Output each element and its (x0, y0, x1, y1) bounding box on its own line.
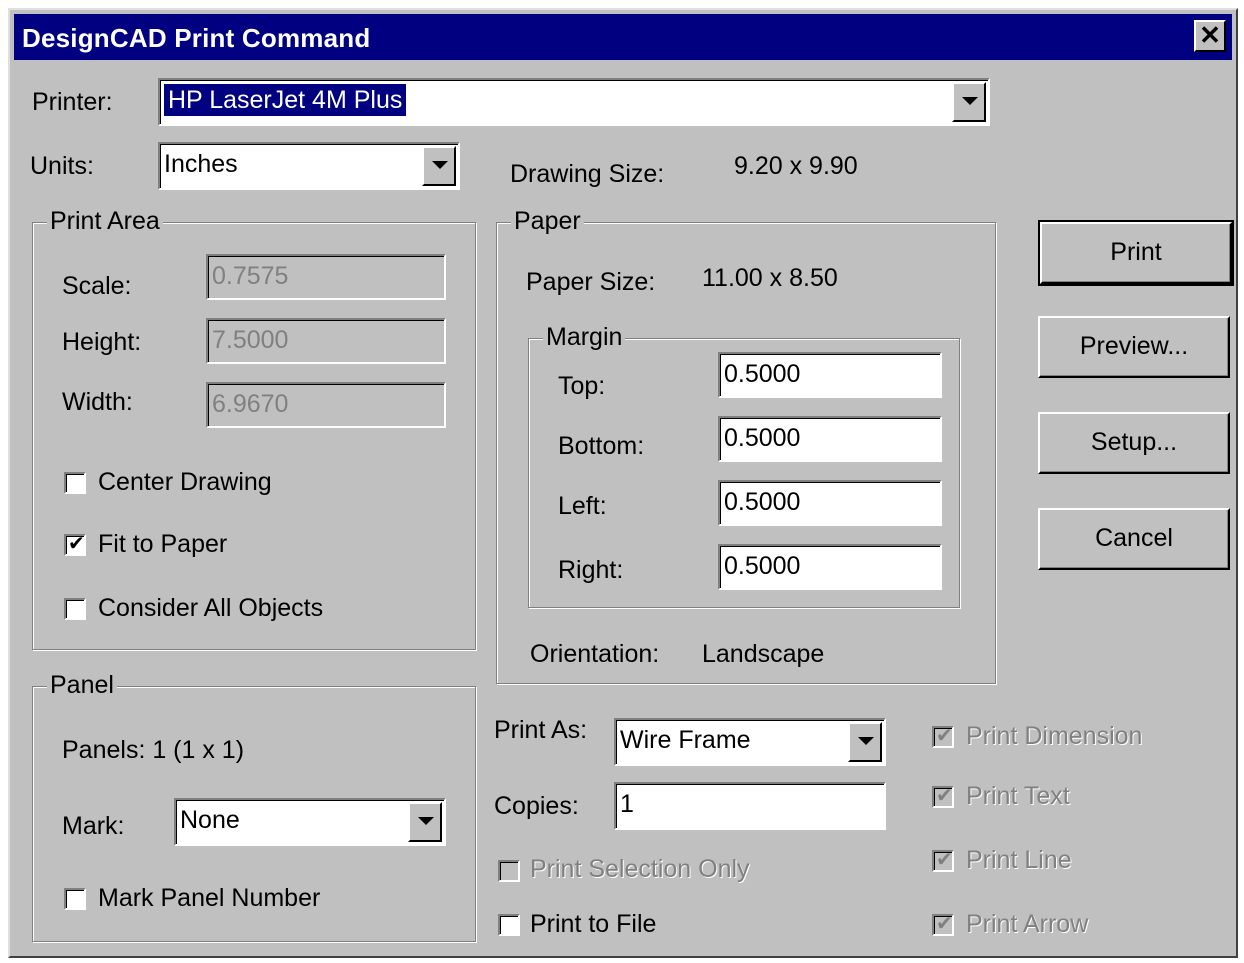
height-label: Height: (62, 328, 142, 356)
print-dimension-checkbox: ✔ (932, 725, 954, 748)
print-dialog: DesignCAD Print Command ✕ Printer: HP La… (8, 8, 1238, 958)
margin-bottom-label: Bottom: (558, 432, 645, 460)
paper-size-value: 11.00 x 8.50 (702, 264, 838, 292)
print-dimension-label: Print Dimension (966, 722, 1143, 750)
close-button[interactable]: ✕ (1194, 20, 1226, 52)
chevron-down-icon[interactable] (422, 146, 456, 186)
check-icon: ✔ (936, 913, 953, 935)
window-title: DesignCAD Print Command (22, 23, 371, 53)
copies-field[interactable]: 1 (614, 782, 886, 830)
drawing-size-value: 9.20 x 9.90 (734, 152, 858, 180)
margin-right-value: 0.5000 (724, 552, 801, 580)
consider-all-objects-label[interactable]: Consider All Objects (98, 594, 323, 623)
mark-select[interactable]: None (174, 798, 446, 846)
preview-button[interactable]: Preview... (1038, 316, 1230, 378)
width-field: 6.9670 (206, 382, 446, 428)
chevron-down-icon[interactable] (848, 722, 882, 762)
print-as-select[interactable]: Wire Frame (614, 718, 886, 766)
mark-panel-number-label[interactable]: Mark Panel Number (98, 884, 320, 913)
check-icon: ✔ (68, 533, 85, 555)
fit-to-paper-label[interactable]: Fit to Paper (98, 530, 227, 559)
height-field: 7.5000 (206, 318, 446, 364)
print-text-label: Print Text (966, 782, 1070, 810)
margin-right-field[interactable]: 0.5000 (718, 544, 942, 590)
print-to-file-checkbox[interactable] (498, 914, 520, 936)
printer-select[interactable]: HP LaserJet 4M Plus (158, 78, 990, 126)
print-to-file-label[interactable]: Print to File (530, 910, 656, 939)
check-icon: ✔ (936, 849, 953, 871)
paper-title: Paper (511, 207, 584, 236)
margin-left-value: 0.5000 (724, 488, 801, 516)
printer-label: Printer: (32, 88, 113, 116)
mark-label: Mark: (62, 812, 125, 840)
margin-left-label: Left: (558, 492, 607, 520)
copies-value: 1 (620, 790, 634, 818)
print-area-title: Print Area (47, 207, 163, 236)
print-arrow-label: Print Arrow (966, 910, 1089, 938)
printer-value: HP LaserJet 4M Plus (162, 83, 408, 117)
units-label: Units: (30, 152, 94, 180)
print-arrow-checkbox: ✔ (932, 913, 954, 936)
scale-label: Scale: (62, 272, 132, 300)
mark-panel-number-checkbox[interactable] (64, 888, 86, 910)
title-bar[interactable]: DesignCAD Print Command ✕ (14, 14, 1232, 60)
panels-count: Panels: 1 (1 x 1) (62, 736, 245, 764)
setup-button[interactable]: Setup... (1038, 412, 1230, 474)
margin-bottom-field[interactable]: 0.5000 (718, 416, 942, 462)
margin-right-label: Right: (558, 556, 624, 584)
chevron-down-icon[interactable] (952, 82, 986, 122)
print-line-label: Print Line (966, 846, 1072, 874)
print-text-checkbox: ✔ (932, 785, 954, 808)
check-icon: ✔ (936, 785, 953, 807)
cancel-button[interactable]: Cancel (1038, 508, 1230, 570)
center-drawing-checkbox[interactable] (64, 472, 86, 494)
margin-left-field[interactable]: 0.5000 (718, 480, 942, 526)
height-value: 7.5000 (212, 326, 289, 354)
margin-top-label: Top: (558, 372, 606, 400)
print-line-checkbox: ✔ (932, 849, 954, 872)
margin-bottom-value: 0.5000 (724, 424, 801, 452)
mark-value: None (180, 806, 240, 834)
width-label: Width: (62, 388, 133, 416)
copies-label: Copies: (494, 792, 579, 820)
chevron-down-icon[interactable] (408, 802, 442, 842)
panel-title: Panel (47, 671, 117, 700)
scale-field: 0.7575 (206, 254, 446, 300)
close-icon: ✕ (1199, 20, 1221, 50)
width-value: 6.9670 (212, 390, 289, 418)
margin-top-value: 0.5000 (724, 360, 801, 388)
units-value: Inches (164, 150, 238, 178)
margin-title: Margin (543, 323, 626, 352)
units-select[interactable]: Inches (158, 142, 460, 190)
check-icon: ✔ (936, 725, 953, 747)
orientation-value: Landscape (702, 640, 825, 668)
orientation-label: Orientation: (530, 640, 660, 668)
print-selection-only-label: Print Selection Only (530, 855, 750, 883)
print-as-value: Wire Frame (620, 726, 751, 754)
consider-all-objects-checkbox[interactable] (64, 598, 86, 620)
fit-to-paper-checkbox[interactable]: ✔ (64, 533, 86, 556)
print-as-label: Print As: (494, 716, 588, 744)
print-button[interactable]: Print (1038, 220, 1234, 286)
print-selection-only-checkbox (498, 860, 520, 882)
paper-size-label: Paper Size: (526, 268, 656, 296)
scale-value: 0.7575 (212, 262, 289, 290)
center-drawing-label[interactable]: Center Drawing (98, 468, 272, 497)
margin-top-field[interactable]: 0.5000 (718, 352, 942, 398)
drawing-size-label: Drawing Size: (510, 160, 665, 188)
